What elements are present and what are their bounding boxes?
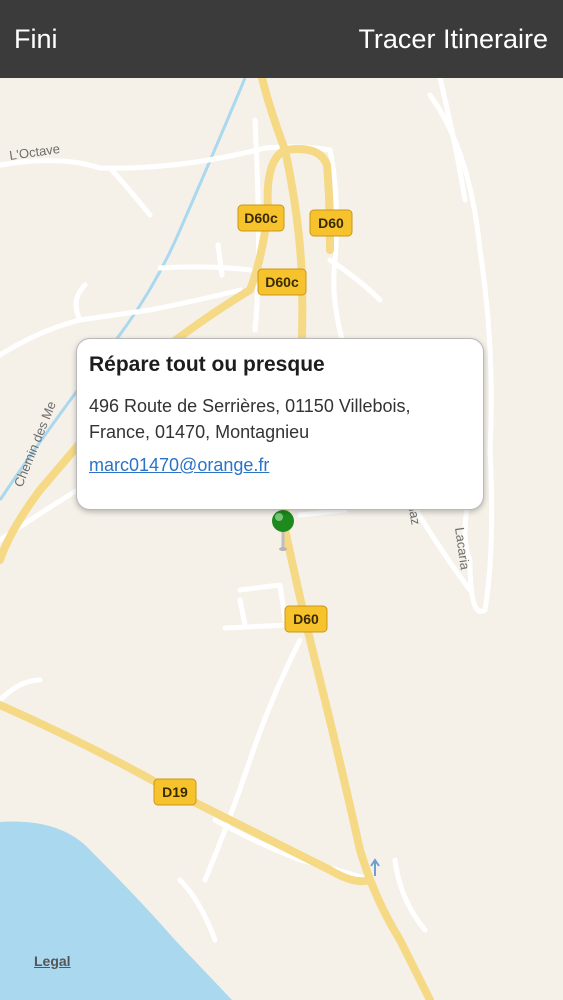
svg-text:D60: D60 [318,215,344,231]
road-shield-d60c-top: D60c [237,204,285,232]
map-view[interactable]: L'Octave Chemin des Me Route la Cuenaz L… [0,78,563,1000]
map-canvas[interactable]: L'Octave Chemin des Me Route la Cuenaz L… [0,78,563,1000]
place-callout[interactable]: Répare tout ou presque 496 Route de Serr… [76,338,484,510]
road-shield-d19: D19 [153,778,197,806]
place-title: Répare tout ou presque [89,353,325,376]
directions-button[interactable]: Tracer Itineraire [358,22,548,56]
svg-text:D60c: D60c [244,210,278,226]
done-button[interactable]: Fini [14,22,58,56]
road-shield-d60c-mid: D60c [257,268,307,296]
road-shield-d60-mid: D60 [284,605,328,633]
legal-link[interactable]: Legal [34,953,71,969]
email-link[interactable]: marc01470@orange.fr [89,455,269,475]
navigation-bar: Fini Tracer Itineraire [0,0,563,78]
address-line-2: France, 01470, Montagnieu [89,422,310,442]
address-line-1: 496 Route de Serrières, 01150 Villebois, [89,396,411,416]
svg-text:D60c: D60c [265,274,299,290]
road-shield-d60-top: D60 [309,209,353,237]
svg-text:D19: D19 [162,784,188,800]
place-address: 496 Route de Serrières, 01150 Villebois,… [89,393,471,445]
svg-text:D60: D60 [293,611,319,627]
